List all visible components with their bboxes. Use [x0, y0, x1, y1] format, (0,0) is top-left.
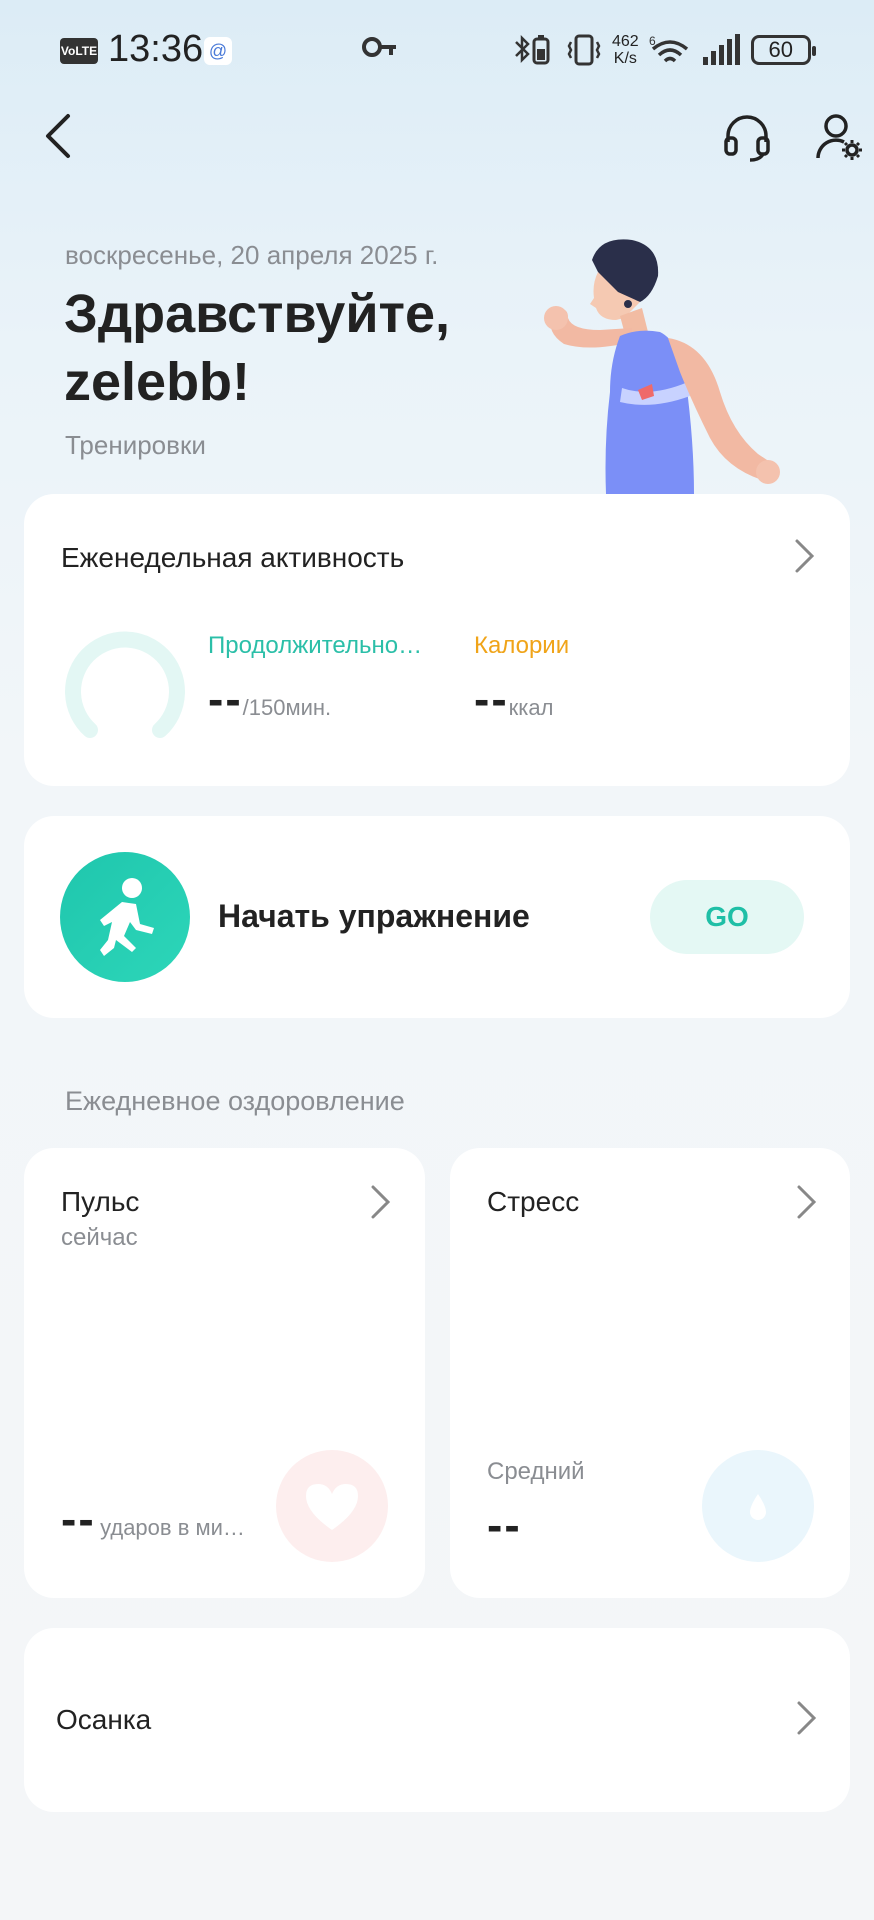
greeting-username: zelebb! [64, 352, 251, 412]
go-button[interactable]: GO [650, 880, 804, 954]
pulse-title: Пульс [61, 1186, 140, 1217]
chevron-right-icon [797, 1701, 817, 1735]
pulse-value: -- ударов в ми… [61, 1493, 245, 1545]
section-label-workouts: Тренировки [65, 430, 206, 460]
network-speed: 462 K/s [612, 33, 639, 67]
chevron-right-icon [371, 1185, 391, 1219]
running-person-icon [60, 852, 190, 982]
posture-title: Осанка [56, 1704, 152, 1735]
heart-icon [276, 1450, 388, 1562]
status-time: 13:36 [108, 28, 204, 70]
greeting-line-1: Здравствуйте, [64, 284, 451, 344]
posture-card[interactable]: Осанка [24, 1628, 850, 1812]
battery-icon: 60 [750, 35, 816, 65]
activity-ring [65, 631, 185, 738]
wifi-icon: 6 [649, 34, 688, 63]
signal-icon [702, 34, 740, 65]
vibrate-icon [567, 34, 601, 66]
profile-settings-icon[interactable] [814, 112, 864, 162]
stress-title: Стресс [487, 1186, 580, 1217]
at-notification-icon: @ [204, 37, 232, 65]
headset-icon[interactable] [722, 112, 772, 162]
stress-value: -- [487, 1499, 522, 1551]
status-icons: 462 K/s 6 60 [512, 30, 816, 70]
daily-wellness-title: Ежедневное оздоровление [65, 1086, 405, 1116]
current-date: воскресенье, 20 апреля 2025 г. [65, 240, 439, 270]
weekly-activity-title: Еженедельная активность [61, 542, 405, 573]
stress-card[interactable]: Стресс Средний -- [450, 1148, 850, 1598]
start-exercise-label: Начать упражнение [218, 898, 530, 934]
stress-subtitle: Средний [487, 1458, 585, 1485]
status-bar: VoLTE 13:36 @ 462 K/s 6 60 [0, 0, 874, 100]
pulse-subtitle: сейчас [61, 1224, 138, 1251]
runner-illustration [544, 239, 780, 494]
bluetooth-battery-icon [515, 34, 550, 65]
greeting: Здравствуйте, zelebb! [64, 280, 534, 416]
chevron-right-icon [795, 539, 815, 573]
key-icon [362, 37, 396, 57]
pulse-card[interactable]: Пульс сейчас -- ударов в ми… [24, 1148, 425, 1598]
volte-icon: VoLTE [60, 38, 98, 64]
start-exercise-card[interactable]: Начать упражнение GO [24, 816, 850, 1018]
duration-value: --/150мин. [208, 673, 332, 725]
back-icon[interactable] [38, 110, 78, 162]
calories-label: Калории [474, 632, 570, 659]
calories-value: --ккал [474, 673, 554, 725]
weekly-activity-card[interactable]: Еженедельная активность Продолжительно… … [24, 494, 850, 786]
duration-label: Продолжительно… [208, 632, 423, 659]
drop-icon [702, 1450, 814, 1562]
chevron-right-icon [797, 1185, 817, 1219]
